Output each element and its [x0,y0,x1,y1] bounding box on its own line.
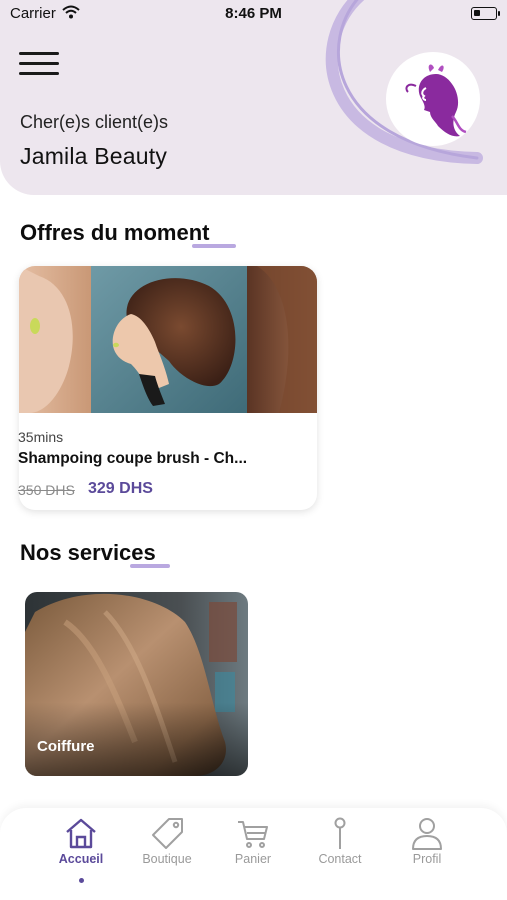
nav-boutique[interactable]: Boutique [124,816,210,886]
clock-time: 8:46 PM [225,5,282,22]
salon-logo[interactable] [386,52,480,146]
services-section-title: Nos services [20,540,170,568]
offer-photo [19,266,317,413]
hamburger-menu-icon [19,52,59,55]
nav-label-profil: Profil [412,852,442,866]
app-header: Cher(e)s client(e)s Jamila Beauty [0,0,507,195]
nav-label-accueil: Accueil [58,852,104,866]
title-underline [130,564,170,568]
location-pin-icon [334,817,346,849]
nav-panier[interactable]: Panier [210,816,296,886]
nav-profil[interactable]: Profil [384,816,470,886]
battery-icon [471,7,500,20]
offer-name: Shampoing coupe brush - Ch... [18,450,248,467]
tag-icon [152,818,183,849]
nav-label-panier: Panier [234,852,272,866]
offers-section-title: Offres du moment [20,220,236,248]
nav-label-contact: Contact [318,852,362,866]
offer-new-price: 329 DHS [88,480,153,497]
nav-accueil[interactable]: Accueil [38,816,124,886]
offer-duration: 35mins [18,429,64,445]
title-underline [192,244,236,248]
greeting-text: Cher(e)s client(e)s [20,112,169,132]
nav-contact[interactable]: Contact [297,816,383,886]
offers-title-text: Offres du moment [20,220,210,245]
status-bar: Carrier 8:46 PM [0,0,507,28]
nav-label-boutique: Boutique [142,852,192,866]
cart-icon [238,821,268,848]
offer-old-price: 350 DHS [18,482,75,498]
service-card-coiffure[interactable]: Coiffure [25,592,248,776]
services-title-text: Nos services [20,540,156,565]
user-icon [412,818,442,850]
offer-card[interactable] [19,266,317,510]
service-label: Coiffure [37,738,95,755]
salon-name: Jamila Beauty [20,143,168,169]
menu-button[interactable] [19,52,59,76]
active-indicator [79,878,84,883]
woman-silhouette-logo [405,64,467,137]
bottom-navigation: Accueil Boutique Panier Contact Profil [0,808,507,900]
home-icon [66,818,96,849]
